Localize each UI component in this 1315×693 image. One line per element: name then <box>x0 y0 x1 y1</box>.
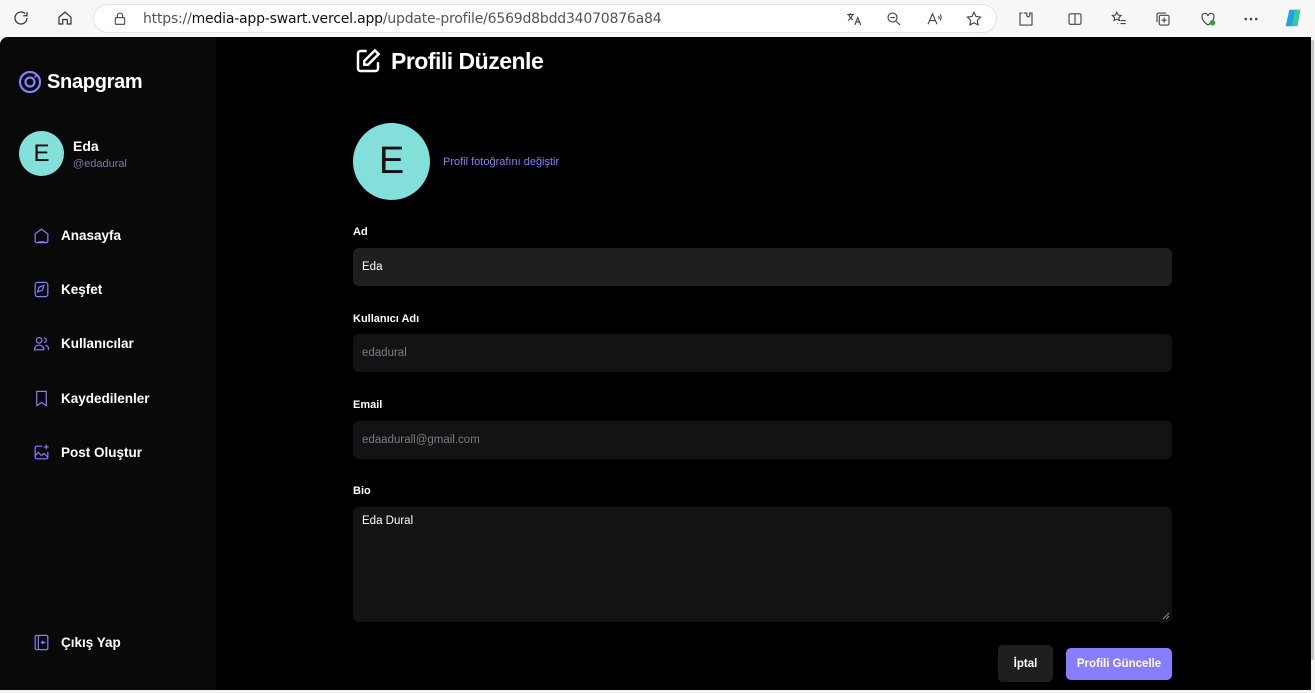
resize-handle-icon[interactable] <box>1162 612 1170 620</box>
page-header: Profili Düzenle <box>353 46 544 76</box>
update-profile-button[interactable]: Profili Güncelle <box>1066 648 1172 680</box>
profile-photo-section: E Profil fotoğrafını değiştir <box>353 123 559 200</box>
sidebar-profile[interactable]: E Eda @edadural <box>19 131 127 176</box>
url-text: https://media-app-swart.vercel.app/updat… <box>143 11 662 27</box>
cancel-button[interactable]: İptal <box>998 645 1053 682</box>
logout-button[interactable]: Çıkış Yap <box>16 620 200 664</box>
browser-toolbar: https://media-app-swart.vercel.app/updat… <box>0 0 1315 37</box>
avatar: E <box>19 131 64 176</box>
profile-avatar[interactable]: E <box>353 123 430 200</box>
sidebar-item-label: Kaydedilenler <box>61 390 150 406</box>
brand[interactable]: Snapgram <box>18 70 143 94</box>
url-host: media-app-swart.vercel.app <box>191 11 383 27</box>
email-label: Email <box>353 399 383 411</box>
home-icon <box>34 227 49 243</box>
scrollbar-thumb[interactable] <box>1311 40 1314 660</box>
bookmark-icon <box>36 390 47 407</box>
people-icon <box>33 336 50 350</box>
bio-text: Eda Dural <box>362 515 414 527</box>
collections-icon[interactable] <box>1153 9 1173 29</box>
profile-handle: @edadural <box>73 157 127 170</box>
email-field[interactable]: edaadurall@gmail.com <box>353 421 1172 459</box>
main-content: Profili Düzenle E Profil fotoğrafını değ… <box>216 37 1311 690</box>
sidebar-item-label: Keşfet <box>61 281 103 297</box>
name-field[interactable]: Eda <box>353 248 1172 286</box>
more-options-icon[interactable] <box>1241 9 1261 29</box>
zoom-out-icon[interactable] <box>885 10 903 28</box>
profile-name: Eda <box>73 137 99 154</box>
split-screen-icon[interactable] <box>1065 9 1085 29</box>
browser-essentials-icon[interactable] <box>1198 9 1218 29</box>
sidebar-item-home[interactable]: Anasayfa <box>16 213 200 257</box>
edit-icon <box>356 48 381 73</box>
sidebar-item-label: Post Oluştur <box>61 444 143 460</box>
explore-icon <box>34 281 49 297</box>
home-browser-icon[interactable] <box>50 3 80 33</box>
sidebar-item-saved[interactable]: Kaydedilenler <box>16 376 200 420</box>
address-bar[interactable]: https://media-app-swart.vercel.app/updat… <box>93 4 997 33</box>
logout-label: Çıkış Yap <box>61 634 121 650</box>
page-title: Profili Düzenle <box>391 47 544 74</box>
name-label: Ad <box>353 226 368 238</box>
copilot-icon[interactable] <box>1282 7 1304 29</box>
left-sidebar: Snapgram E Eda @edadural Anasayfa Keşfet… <box>0 37 216 690</box>
favorite-star-icon[interactable] <box>965 10 983 28</box>
extensions-icon[interactable] <box>1016 9 1036 29</box>
sidebar-item-label: Anasayfa <box>61 227 122 243</box>
snapgram-logo-icon <box>18 70 42 94</box>
read-aloud-icon[interactable] <box>925 10 943 28</box>
url-prefix: https:// <box>143 11 192 27</box>
username-label: Kullanıcı Adı <box>353 313 420 325</box>
refresh-icon[interactable] <box>6 3 36 33</box>
translate-icon[interactable] <box>845 10 863 28</box>
bio-textarea[interactable]: Eda Dural <box>353 507 1172 622</box>
username-field[interactable]: edadural <box>353 334 1172 372</box>
sidebar-item-users[interactable]: Kullanıcılar <box>16 321 200 365</box>
app-window: Snapgram E Eda @edadural Anasayfa Keşfet… <box>0 37 1311 690</box>
bio-label: Bio <box>353 485 371 497</box>
lock-icon <box>112 11 128 32</box>
sidebar-item-explore[interactable]: Keşfet <box>16 267 200 311</box>
gallery-add-icon <box>34 444 49 459</box>
change-photo-link[interactable]: Profil fotoğrafını değiştir <box>443 156 559 168</box>
sidebar-item-create-post[interactable]: Post Oluştur <box>16 430 200 474</box>
url-path: /update-profile/6569d8bdd34070876a84 <box>382 11 662 27</box>
sidebar-item-label: Kullanıcılar <box>61 335 134 351</box>
favorites-list-icon[interactable] <box>1109 9 1129 29</box>
brand-name: Snapgram <box>47 70 143 93</box>
logout-icon <box>34 634 49 650</box>
